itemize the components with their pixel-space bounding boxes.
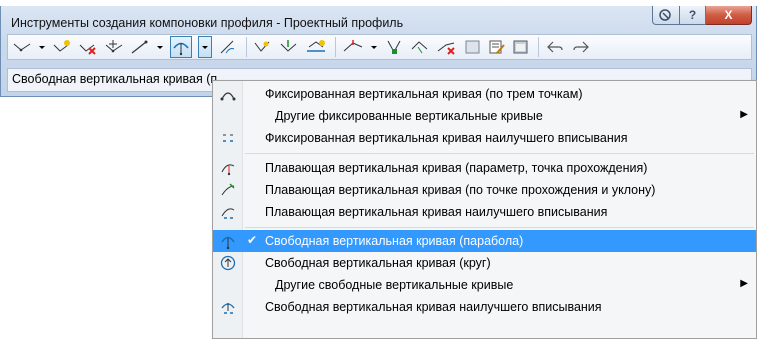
fixed-tangent-dropdown[interactable] (156, 36, 164, 58)
lower-raise-pvis-button[interactable] (279, 36, 299, 58)
properties-icon (489, 40, 505, 54)
floating-curve-parameter-icon (221, 164, 235, 176)
redo-button[interactable] (571, 36, 591, 58)
free-vertical-curve-dropdown[interactable] (198, 36, 212, 58)
window-buttons: ? X (652, 6, 752, 26)
menu-item-label: Свободная вертикальная кривая (круг) (265, 256, 491, 270)
profile-offset-button[interactable] (342, 36, 364, 58)
menu-item-label: Фиксированная вертикальная кривая наилуч… (265, 131, 628, 145)
menu-item-label: Плавающая вертикальная кривая (параметр,… (265, 161, 648, 175)
insert-pvis-tabular-icon (254, 41, 270, 52)
menu-item-label: Другие свободные вертикальные кривые (275, 278, 514, 292)
menu-item-free-curve-parabola[interactable]: ✔ Свободная вертикальная кривая (парабол… (213, 230, 756, 252)
move-pvi-icon (105, 40, 123, 53)
delete-pvi-button[interactable] (78, 36, 98, 58)
undo-icon (547, 41, 563, 53)
floating-curve-best-fit-icon (221, 208, 235, 219)
menu-item-label: Свободная вертикальная кривая (парабола) (265, 234, 524, 248)
grid-view-icon (465, 40, 480, 54)
window-title: Инструменты создания компоновки профиля … (11, 16, 404, 30)
draw-tangents-dropdown[interactable] (38, 36, 46, 58)
insert-pvi-icon (53, 40, 70, 52)
toolbar-separator (538, 37, 539, 57)
free-vertical-curve-button[interactable] (170, 36, 192, 58)
insert-pvis-tabular-button[interactable] (253, 36, 273, 58)
current-tool-label: Свободная вертикальная кривая (парабола) (12, 72, 218, 86)
menu-item-other-fixed-curves[interactable]: Другие фиксированные вертикальные кривые… (213, 105, 756, 127)
menu-item-floating-curve-grade[interactable]: Плавающая вертикальная кривая (по точке … (213, 179, 756, 201)
dropdown-arrow-icon (371, 46, 377, 49)
menu-item-label: Плавающая вертикальная кривая наилучшего… (265, 205, 608, 219)
help-icon-button[interactable] (652, 6, 680, 25)
help-context-icon (659, 9, 671, 21)
profile-offset-icon (343, 40, 363, 52)
move-pvi-button[interactable] (104, 36, 124, 58)
menu-item-free-curve-best-fit[interactable]: Свободная вертикальная кривая наилучшего… (213, 296, 756, 318)
delete-pvi-icon (79, 44, 96, 55)
table-view-button[interactable] (512, 36, 530, 58)
close-button[interactable]: X (706, 6, 752, 25)
menu-item-fixed-curve-three-points[interactable]: Фиксированная вертикальная кривая (по тр… (213, 83, 756, 105)
select-pvi-button[interactable] (384, 36, 404, 58)
toolbar (7, 34, 752, 60)
insert-pvi-button[interactable] (52, 36, 72, 58)
select-pvi-icon (387, 40, 401, 54)
dropdown-arrow-icon (157, 46, 163, 49)
delete-entity-button[interactable] (410, 36, 430, 58)
properties-button[interactable] (488, 36, 506, 58)
table-view-icon (513, 40, 528, 54)
redo-icon (573, 41, 589, 53)
menu-item-floating-curve-parameter[interactable]: Плавающая вертикальная кривая (параметр,… (213, 157, 756, 179)
menu-item-label: Другие фиксированные вертикальные кривые (275, 109, 543, 123)
grid-view-button[interactable] (464, 36, 482, 58)
free-curve-parabola-icon (221, 236, 235, 249)
lower-raise-pvis-icon (280, 40, 297, 52)
draw-tangents-button[interactable] (12, 36, 32, 58)
menu-item-fixed-curve-best-fit[interactable]: Фиксированная вертикальная кривая наилуч… (213, 127, 756, 149)
menu-item-label: Фиксированная вертикальная кривая (по тр… (265, 87, 583, 101)
toolbar-separator (246, 37, 247, 57)
fixed-tangent-button[interactable] (130, 36, 150, 58)
menu-item-floating-curve-best-fit[interactable]: Плавающая вертикальная кривая наилучшего… (213, 201, 756, 223)
fixed-curve-best-fit-icon (223, 134, 233, 142)
break-apart-icon (437, 42, 455, 55)
submenu-arrow-icon: ▶ (740, 278, 748, 289)
checkmark-icon: ✔ (247, 233, 258, 247)
menu-separator (245, 227, 754, 228)
menu-item-label: Плавающая вертикальная кривая (по точке … (265, 183, 656, 197)
menu-separator (245, 153, 754, 154)
title-bar[interactable]: Инструменты создания компоновки профиля … (1, 6, 756, 32)
undo-button[interactable] (545, 36, 565, 58)
convert-icon (220, 40, 235, 54)
draw-tangents-icon (13, 43, 31, 52)
toolbar-separator (335, 37, 336, 57)
submenu-arrow-icon: ▶ (740, 109, 748, 120)
fixed-curve-three-points-icon (220, 92, 236, 101)
dropdown-arrow-icon (39, 46, 45, 49)
vertical-curve-dropdown-menu: Фиксированная вертикальная кривая (по тр… (212, 80, 757, 339)
break-apart-button[interactable] (436, 36, 458, 58)
delete-entity-icon (411, 41, 428, 54)
profile-offset-dropdown[interactable] (370, 36, 378, 58)
floating-curve-grade-icon (221, 183, 235, 196)
fixed-tangent-icon (131, 40, 148, 54)
dropdown-arrow-icon (202, 46, 208, 49)
menu-item-label: Свободная вертикальная кривая наилучшего… (265, 300, 602, 314)
copy-profile-icon (307, 40, 325, 52)
free-curve-circle-icon (220, 255, 236, 271)
copy-profile-button[interactable] (305, 36, 327, 58)
help-button[interactable]: ? (680, 6, 706, 25)
free-curve-best-fit-icon (221, 303, 235, 314)
free-vertical-curve-icon (173, 42, 189, 56)
menu-item-free-curve-circle[interactable]: Свободная вертикальная кривая (круг) (213, 252, 756, 274)
menu-item-other-free-curves[interactable]: Другие свободные вертикальные кривые ▶ (213, 274, 756, 296)
convert-button[interactable] (218, 36, 238, 58)
